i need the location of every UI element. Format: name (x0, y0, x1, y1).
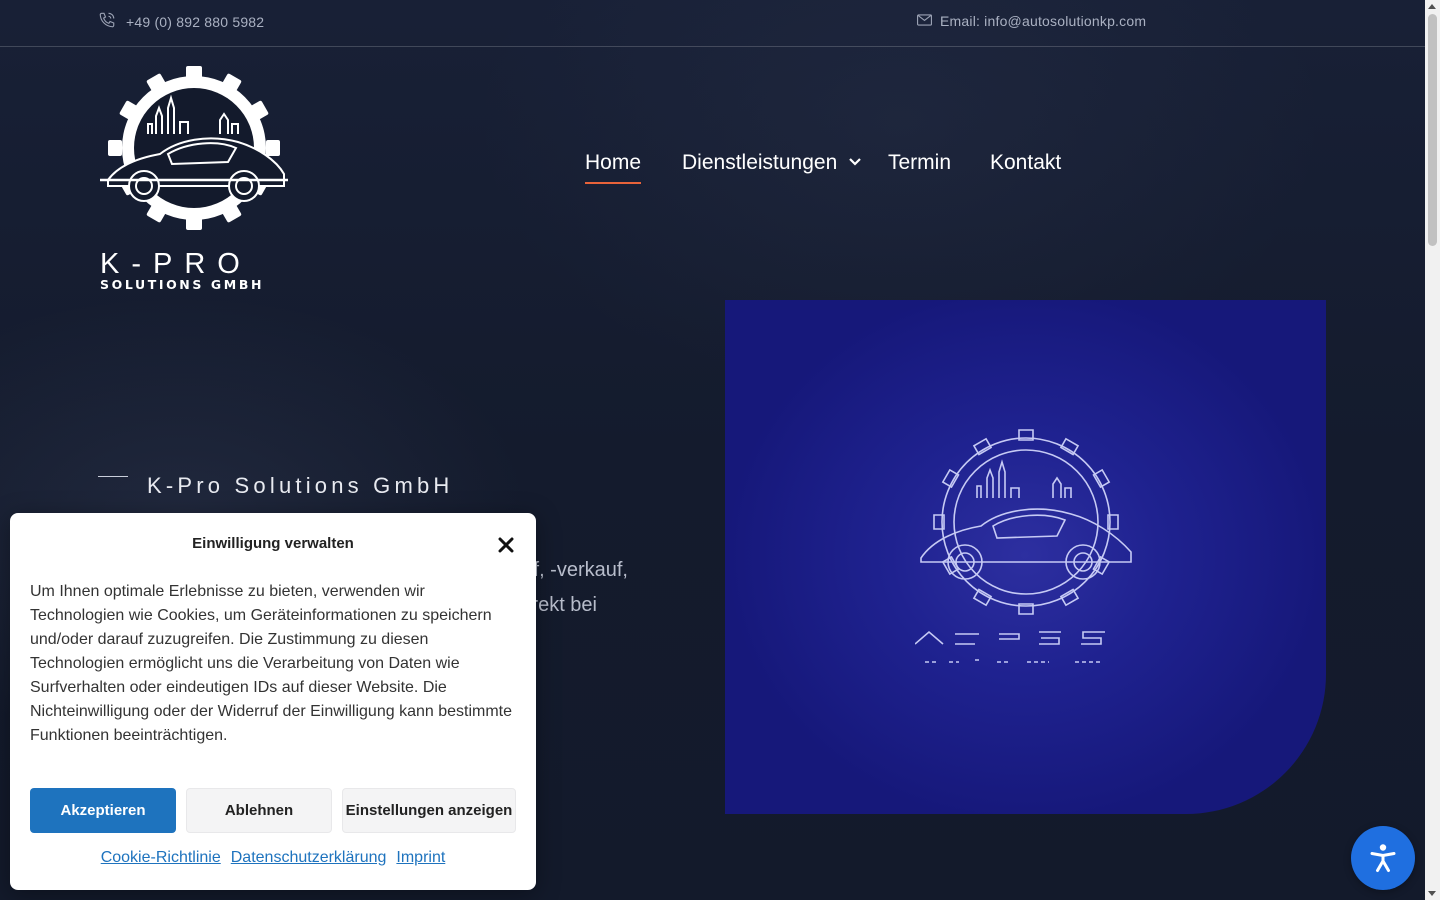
hero-paragraph-line-1: f, -verkauf, (533, 559, 628, 581)
accessibility-button[interactable] (1351, 826, 1415, 890)
scroll-down-arrow-icon[interactable] (1428, 891, 1436, 896)
deny-button[interactable]: Ablehnen (186, 788, 332, 833)
envelope-icon (917, 11, 933, 30)
site-logo[interactable]: K-PRO SOLUTIONS GMBH (98, 62, 290, 294)
hero-logo-image (725, 300, 1326, 814)
chevron-down-icon (849, 158, 861, 166)
gear-car-logo-icon (100, 66, 288, 230)
privacy-policy-link[interactable]: Datenschutzerklärung (231, 849, 387, 867)
phone-contact[interactable]: +49 (0) 892 880 5982 (98, 11, 264, 33)
neon-logo-icon (915, 429, 1132, 663)
cookie-consent-dialog: Einwilligung verwalten Um Ihnen optimale… (10, 513, 536, 890)
nav-item-dienstleistungen[interactable]: Dienstleistungen (682, 151, 861, 175)
hero-title: K-Pro Solutions GmbH (147, 473, 454, 498)
nav-item-kontakt[interactable]: Kontakt (990, 151, 1061, 175)
nav-item-dienstleistungen-label: Dienstleistungen (682, 151, 838, 174)
scrollbar-thumb[interactable] (1428, 14, 1437, 246)
page-scrollbar[interactable] (1425, 0, 1440, 900)
nav-item-home[interactable]: Home (585, 151, 642, 184)
show-settings-button[interactable]: Einstellungen anzeigen (342, 788, 516, 833)
email-contact[interactable]: Email: info@autosolutionkp.com (917, 11, 1146, 30)
cookie-dialog-text: Um Ihnen optimale Erlebnisse zu bieten, … (30, 583, 512, 744)
scroll-up-arrow-icon[interactable] (1428, 4, 1436, 9)
nav-item-termin[interactable]: Termin (888, 151, 951, 175)
hero-paragraph-line-2: rekt bei (531, 594, 597, 616)
cookie-links: Cookie-Richtlinie Datenschutzerklärung I… (10, 849, 536, 867)
email-address[interactable]: Email: info@autosolutionkp.com (940, 13, 1146, 29)
accept-button[interactable]: Akzeptieren (30, 788, 176, 833)
hero-title-divider (98, 476, 128, 477)
phone-number[interactable]: +49 (0) 892 880 5982 (126, 14, 264, 30)
accessibility-icon (1370, 844, 1396, 872)
close-icon[interactable] (496, 535, 516, 555)
cookie-policy-link[interactable]: Cookie-Richtlinie (101, 849, 221, 867)
phone-icon (98, 11, 116, 33)
imprint-link[interactable]: Imprint (396, 849, 445, 867)
cookie-dialog-title: Einwilligung verwalten (192, 535, 354, 552)
logo-line-2: SOLUTIONS GMBH (100, 277, 265, 292)
top-bar: +49 (0) 892 880 5982 Email: info@autosol… (0, 0, 1425, 47)
